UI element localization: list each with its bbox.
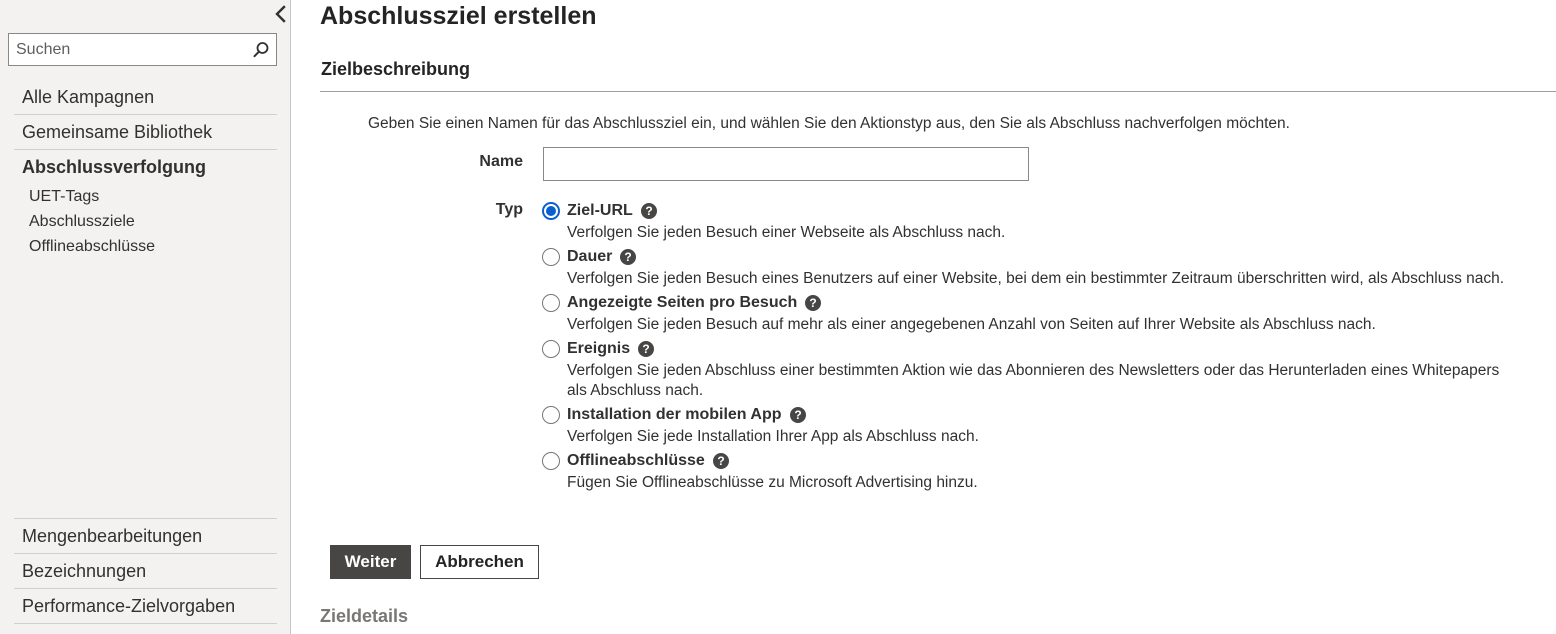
section-title-zielbeschreibung: Zielbeschreibung xyxy=(321,59,471,79)
page-title: Abschlussziel erstellen xyxy=(320,2,597,30)
sidebar: Alle Kampagnen Gemeinsame Bibliothek Abs… xyxy=(0,0,291,634)
sidebar-item-bezeichnungen[interactable]: Bezeichnungen xyxy=(14,554,277,589)
radio-ereignis[interactable] xyxy=(542,340,560,358)
svg-text:?: ? xyxy=(794,408,801,422)
search-box xyxy=(8,33,277,66)
type-option-head[interactable]: Ereignis ? xyxy=(542,337,1542,361)
radio-offlineabschluesse[interactable] xyxy=(542,452,560,470)
sidebar-item-performance-zielvorgaben[interactable]: Performance-Zielvorgaben xyxy=(14,589,277,624)
main-content: Abschlussziel erstellen Zielbeschreibung… xyxy=(320,0,1556,634)
collapse-sidebar-button[interactable] xyxy=(271,3,291,25)
type-radio-group: Ziel-URL ? Verfolgen Sie jeden Besuch ei… xyxy=(542,199,1542,495)
sidebar-subitem-abschlussziele[interactable]: Abschlussziele xyxy=(29,209,277,234)
sidebar-item-alle-kampagnen[interactable]: Alle Kampagnen xyxy=(14,80,277,115)
svg-text:?: ? xyxy=(625,250,632,264)
type-option-head[interactable]: Installation der mobilen App ? xyxy=(542,403,1542,427)
type-option-offlineabschluesse: Offlineabschlüsse ? Fügen Sie Offlineabs… xyxy=(542,449,1542,493)
sidebar-item-abschlussverfolgung[interactable]: Abschlussverfolgung xyxy=(14,150,277,184)
svg-text:?: ? xyxy=(642,342,649,356)
radio-ziel-url[interactable] xyxy=(542,202,560,220)
type-option-description: Fügen Sie Offlineabschlüsse zu Microsoft… xyxy=(567,474,978,491)
svg-text:?: ? xyxy=(717,454,724,468)
sidebar-item-mengenbearbeitungen[interactable]: Mengenbearbeitungen xyxy=(14,519,277,554)
sidebar-item-gemeinsame-bibliothek[interactable]: Gemeinsame Bibliothek xyxy=(14,115,277,150)
section-title-zieldetails: Zieldetails xyxy=(320,606,409,626)
type-option-ziel-url: Ziel-URL ? Verfolgen Sie jeden Besuch ei… xyxy=(542,199,1542,243)
search-input[interactable] xyxy=(9,34,245,65)
radio-angezeigte-seiten[interactable] xyxy=(542,294,560,312)
type-option-installation-mobile-app: Installation der mobilen App ? Verfolgen… xyxy=(542,403,1542,447)
type-option-description: Verfolgen Sie jeden Besuch einer Webseit… xyxy=(567,224,1006,241)
type-option-head[interactable]: Offlineabschlüsse ? xyxy=(542,449,1542,473)
name-input[interactable] xyxy=(543,147,1029,181)
type-option-head[interactable]: Angezeigte Seiten pro Besuch ? xyxy=(542,291,1542,315)
type-option-description: Verfolgen Sie jeden Besuch auf mehr als … xyxy=(567,316,1376,333)
sidebar-subnav: UET-Tags Abschlussziele Offlineabschlüss… xyxy=(14,184,277,259)
help-icon[interactable]: ? xyxy=(712,453,729,469)
instruction-text: Geben Sie einen Namen für das Abschlussz… xyxy=(368,115,1290,132)
help-icon[interactable]: ? xyxy=(638,341,655,357)
type-option-angezeigte-seiten: Angezeigte Seiten pro Besuch ? Verfolgen… xyxy=(542,291,1542,335)
type-option-label[interactable]: Ereignis xyxy=(567,340,630,358)
type-option-description: Verfolgen Sie jede Installation Ihrer Ap… xyxy=(567,428,979,445)
help-icon[interactable]: ? xyxy=(805,295,822,311)
radio-installation-mobile-app[interactable] xyxy=(542,406,560,424)
type-option-ereignis: Ereignis ? Verfolgen Sie jeden Abschluss… xyxy=(542,337,1542,401)
svg-text:?: ? xyxy=(810,296,817,310)
type-option-label[interactable]: Dauer xyxy=(567,248,612,266)
chevron-left-icon xyxy=(275,5,286,23)
sidebar-subitem-offlineabschluesse[interactable]: Offlineabschlüsse xyxy=(29,234,277,259)
type-option-description: Verfolgen Sie jeden Abschluss einer best… xyxy=(567,362,1500,399)
type-label: Typ xyxy=(495,201,523,218)
type-option-label[interactable]: Installation der mobilen App xyxy=(567,406,782,424)
help-icon[interactable]: ? xyxy=(789,407,806,423)
sidebar-subitem-uet-tags[interactable]: UET-Tags xyxy=(29,184,277,209)
type-option-label[interactable]: Offlineabschlüsse xyxy=(567,452,705,470)
search-icon[interactable] xyxy=(252,41,270,59)
radio-dauer[interactable] xyxy=(542,248,560,266)
svg-text:?: ? xyxy=(645,204,652,218)
type-option-head[interactable]: Ziel-URL ? xyxy=(542,199,1542,223)
sidebar-bottom-nav: Mengenbearbeitungen Bezeichnungen Perfor… xyxy=(14,518,277,624)
help-icon[interactable]: ? xyxy=(640,203,657,219)
help-icon[interactable]: ? xyxy=(620,249,637,265)
type-option-head[interactable]: Dauer ? xyxy=(542,245,1542,269)
type-option-label[interactable]: Ziel-URL xyxy=(567,202,633,220)
type-option-description: Verfolgen Sie jeden Besuch eines Benutze… xyxy=(567,270,1505,287)
name-label: Name xyxy=(479,153,523,170)
next-button[interactable]: Weiter xyxy=(330,545,411,579)
sidebar-nav: Alle Kampagnen Gemeinsame Bibliothek Abs… xyxy=(14,80,277,259)
type-option-label[interactable]: Angezeigte Seiten pro Besuch xyxy=(567,294,797,312)
type-option-dauer: Dauer ? Verfolgen Sie jeden Besuch eines… xyxy=(542,245,1542,289)
section-divider xyxy=(320,91,1556,92)
cancel-button[interactable]: Abbrechen xyxy=(420,545,539,579)
